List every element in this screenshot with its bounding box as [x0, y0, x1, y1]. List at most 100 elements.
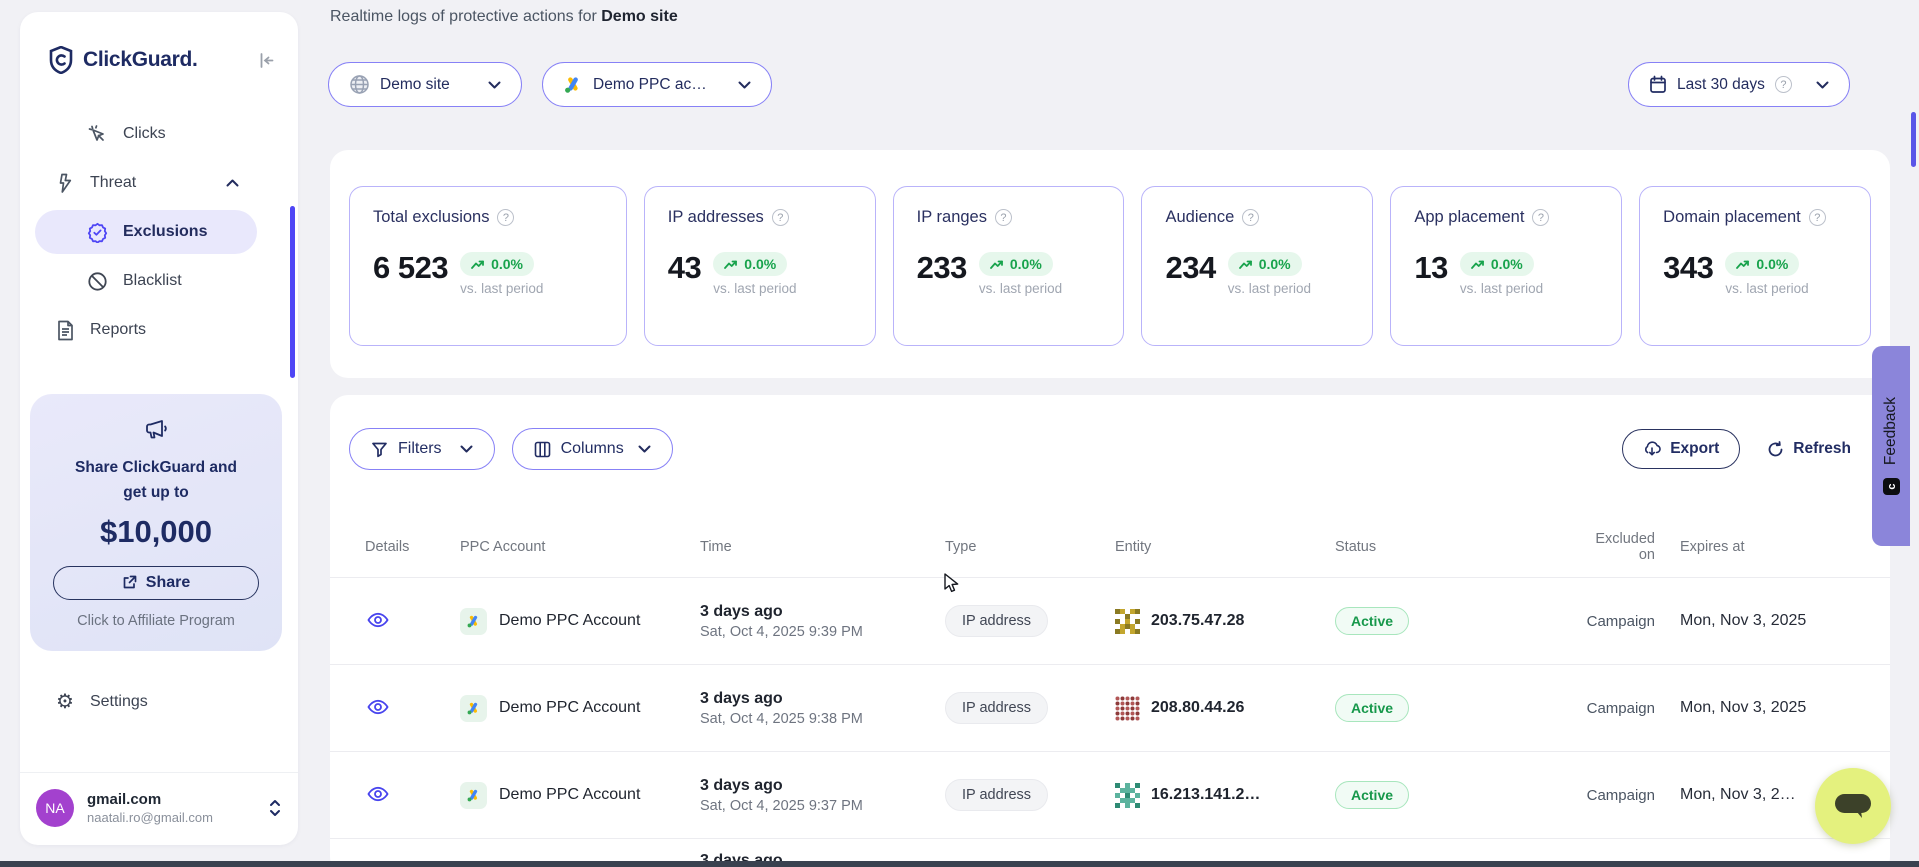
stat-delta: 0.0%: [1259, 256, 1291, 272]
help-icon: ?: [1242, 209, 1259, 226]
entity-identicon-icon: [1115, 696, 1140, 721]
stat-compare: vs. last period: [460, 281, 543, 296]
view-details-button[interactable]: [365, 784, 391, 804]
page-scrollbar-thumb[interactable]: [1911, 112, 1916, 167]
stat-delta: 0.0%: [1010, 256, 1042, 272]
cell-excluded-on: Campaign: [1540, 700, 1655, 717]
status-badge: Active: [1335, 781, 1409, 809]
entity-identicon-icon: [1115, 609, 1140, 634]
chevron-down-icon: [638, 445, 651, 453]
date-range-selector[interactable]: Last 30 days ?: [1628, 62, 1850, 107]
sidebar: ClickGuard. Clicks Threat Exclusions: [20, 12, 298, 845]
col-header-excluded-on: Excluded on: [1583, 531, 1655, 563]
chevron-up-down-icon[interactable]: [268, 798, 282, 818]
megaphone-icon: [143, 416, 170, 441]
sidebar-item-reports[interactable]: Reports: [35, 308, 257, 352]
chevron-down-icon: [1816, 81, 1829, 89]
chevron-down-icon: [488, 81, 501, 89]
share-button-label: Share: [146, 574, 190, 592]
sidebar-item-clicks[interactable]: Clicks: [35, 112, 257, 156]
status-badge: Active: [1335, 607, 1409, 635]
help-icon: ?: [1775, 76, 1792, 93]
cell-entity-value: 208.80.44.26: [1151, 699, 1244, 717]
cursor-click-icon: [87, 124, 108, 145]
type-badge: IP address: [945, 692, 1048, 724]
promo-amount: $10,000: [30, 514, 282, 550]
help-icon: ?: [772, 209, 789, 226]
sidebar-item-label: Reports: [90, 321, 146, 339]
google-ads-icon: [563, 75, 583, 95]
sidebar-item-threat[interactable]: Threat: [35, 161, 257, 205]
account-name: gmail.com: [87, 791, 213, 808]
affiliate-link[interactable]: Click to Affiliate Program: [30, 613, 282, 629]
stat-compare: vs. last period: [1460, 281, 1543, 296]
view-details-button[interactable]: [365, 697, 391, 717]
export-button[interactable]: Export: [1622, 429, 1740, 469]
sidebar-item-label: Threat: [90, 174, 136, 192]
table-row: Demo PPC Account 3 days ago Sat, Oct 4, …: [330, 665, 1890, 752]
filters-button-label: Filters: [398, 440, 442, 458]
trend-up-icon: [724, 259, 738, 270]
cell-ppc-account: Demo PPC Account: [499, 612, 640, 630]
exclusions-table-panel: Filters Columns Export Refresh Details P…: [330, 395, 1890, 867]
sidebar-scrollbar[interactable]: [290, 206, 295, 378]
stat-label: IP ranges: [917, 208, 987, 227]
stat-value: 233: [917, 252, 967, 285]
viewport-bottom-edge: [0, 861, 1919, 867]
stat-label: IP addresses: [668, 208, 764, 227]
col-header-type: Type: [945, 539, 1115, 555]
feedback-tab[interactable]: Feedback c: [1872, 346, 1910, 546]
columns-button[interactable]: Columns: [512, 428, 673, 470]
cloud-download-icon: [1643, 441, 1661, 457]
stat-compare: vs. last period: [1725, 281, 1808, 296]
view-details-button[interactable]: [365, 610, 391, 630]
subtitle-site-name: Demo site: [601, 8, 677, 25]
sidebar-item-settings[interactable]: ⚙ Settings: [35, 680, 283, 724]
cell-ppc-account: Demo PPC Account: [499, 786, 640, 804]
cell-excluded-on: Campaign: [1540, 787, 1655, 804]
ppc-account-selector[interactable]: Demo PPC ac…: [542, 62, 772, 107]
chat-button[interactable]: [1815, 768, 1891, 844]
site-selector[interactable]: Demo site: [328, 62, 522, 107]
stat-card-ip-ranges: IP ranges? 233 0.0% vs. last period: [893, 186, 1125, 346]
promo-line-1: Share ClickGuard and: [30, 456, 282, 481]
stat-value: 6 523: [373, 252, 448, 285]
stat-delta: 0.0%: [1491, 256, 1523, 272]
trend-up-icon: [471, 259, 485, 270]
refresh-icon: [1767, 441, 1784, 458]
exclusions-table: Details PPC Account Time Type Entity Sta…: [330, 516, 1890, 867]
google-ads-icon: [460, 695, 487, 722]
col-header-status: Status: [1335, 539, 1540, 555]
account-switcher[interactable]: NA gmail.com naatali.ro@gmail.com: [20, 772, 298, 845]
cell-excluded-on: Campaign: [1540, 613, 1655, 630]
table-toolbar: Filters Columns Export Refresh: [330, 395, 1890, 470]
collapse-sidebar-icon[interactable]: [257, 51, 276, 70]
help-icon: ?: [1532, 209, 1549, 226]
stat-label: Domain placement: [1663, 208, 1801, 227]
account-email: naatali.ro@gmail.com: [87, 810, 213, 825]
cell-time-relative: 3 days ago: [700, 690, 945, 708]
sidebar-item-exclusions[interactable]: Exclusions: [35, 210, 257, 254]
funnel-icon: [371, 441, 388, 458]
site-selector-value: Demo site: [380, 76, 450, 94]
ban-icon: [87, 271, 108, 292]
stat-delta: 0.0%: [1756, 256, 1788, 272]
refresh-button[interactable]: Refresh: [1757, 429, 1861, 469]
stat-compare: vs. last period: [1228, 281, 1311, 296]
google-ads-icon: [460, 608, 487, 635]
stat-compare: vs. last period: [979, 281, 1062, 296]
cell-time-exact: Sat, Oct 4, 2025 9:39 PM: [700, 624, 945, 640]
table-row: Demo PPC Account 3 days ago Sat, Oct 4, …: [330, 578, 1890, 665]
brand-logo: ClickGuard.: [20, 12, 298, 74]
date-range-value: Last 30 days: [1677, 76, 1765, 94]
stat-delta: 0.0%: [744, 256, 776, 272]
badge-check-icon: [87, 222, 108, 243]
filters-button[interactable]: Filters: [349, 428, 495, 470]
col-header-entity: Entity: [1115, 539, 1335, 555]
columns-button-label: Columns: [561, 440, 624, 458]
sidebar-item-blacklist[interactable]: Blacklist: [35, 259, 257, 303]
col-header-details: Details: [365, 539, 460, 555]
share-button[interactable]: Share: [53, 566, 259, 600]
help-icon: ?: [497, 209, 514, 226]
google-ads-icon: [460, 782, 487, 809]
